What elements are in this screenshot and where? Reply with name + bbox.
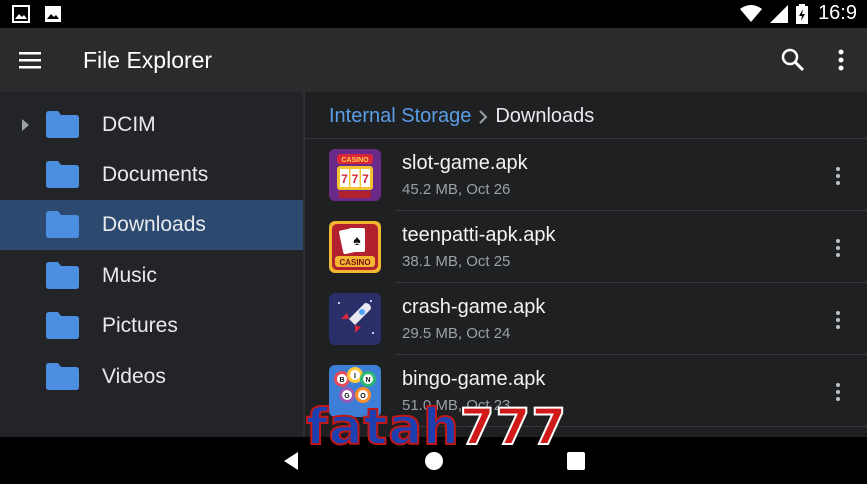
svg-text:7: 7	[352, 172, 359, 186]
image-notification-icon	[12, 5, 30, 23]
photo-notification-icon	[45, 6, 61, 22]
svg-text:I: I	[354, 373, 356, 380]
folder-icon	[46, 312, 79, 339]
watermark-text: fatah777	[305, 397, 568, 457]
sidebar-item-videos[interactable]: Videos	[0, 352, 303, 402]
sidebar-item-label: Documents	[102, 163, 209, 186]
file-row[interactable]: CASINO 7 7 7 slot-game.apk 45.2 MB, Oct …	[305, 139, 867, 211]
svg-text:7: 7	[341, 172, 348, 186]
expand-arrow-icon[interactable]	[20, 117, 30, 133]
file-name: slot-game.apk	[402, 152, 528, 174]
breadcrumb: Internal Storage Downloads	[329, 105, 594, 128]
more-vert-icon[interactable]	[831, 237, 845, 259]
more-vert-icon[interactable]	[831, 381, 845, 403]
status-bar: 16:9	[0, 0, 867, 28]
file-meta: 29.5 MB, Oct 24	[402, 325, 511, 342]
more-vert-icon[interactable]	[831, 165, 845, 187]
folder-icon	[46, 262, 79, 289]
sidebar-item-dcim[interactable]: DCIM	[0, 100, 303, 150]
app-title: File Explorer	[83, 47, 213, 73]
svg-text:B: B	[339, 377, 344, 384]
search-icon[interactable]	[780, 47, 806, 73]
sidebar-item-label: Pictures	[102, 314, 178, 337]
svg-text:♠: ♠	[353, 232, 361, 248]
sidebar-item-label: DCIM	[102, 113, 156, 136]
app-toolbar: File Explorer	[0, 28, 867, 92]
file-name: bingo-game.apk	[402, 368, 546, 390]
slot-machine-casino-icon: CASINO 7 7 7	[329, 149, 381, 201]
file-list-pane: Internal Storage Downloads CASINO 7 7 7 …	[305, 92, 867, 437]
playing-cards-casino-icon: ♠ CASINO	[329, 221, 381, 273]
recents-icon[interactable]	[567, 452, 585, 470]
sidebar-item-documents[interactable]: Documents	[0, 150, 303, 200]
folder-icon	[46, 363, 79, 390]
file-row[interactable]: ♠ CASINO teenpatti-apk.apk 38.1 MB, Oct …	[305, 211, 867, 283]
sidebar-item-music[interactable]: Music	[0, 251, 303, 301]
file-row[interactable]: crash-game.apk 29.5 MB, Oct 24	[305, 283, 867, 355]
sidebar-item-label: Music	[102, 264, 157, 287]
file-name: crash-game.apk	[402, 296, 546, 318]
svg-text:7: 7	[362, 172, 369, 186]
folder-icon	[46, 161, 79, 188]
status-time: 16:9	[818, 2, 857, 24]
breadcrumb-root-link[interactable]: Internal Storage	[329, 105, 471, 128]
file-meta: 38.1 MB, Oct 25	[402, 253, 511, 270]
svg-text:N: N	[365, 377, 370, 384]
battery-charging-icon	[796, 3, 809, 24]
sidebar-item-label: Videos	[102, 365, 166, 388]
folder-icon	[46, 211, 79, 238]
back-icon[interactable]	[281, 451, 301, 471]
breadcrumb-current: Downloads	[495, 105, 595, 127]
signal-icon	[770, 4, 789, 23]
wifi-icon	[740, 4, 763, 22]
folder-icon	[46, 111, 79, 138]
sidebar-item-downloads[interactable]: Downloads	[0, 200, 303, 250]
sidebar-item-pictures[interactable]: Pictures	[0, 301, 303, 351]
sidebar-item-label: Downloads	[102, 213, 206, 236]
rocket-icon	[329, 293, 381, 345]
hamburger-menu-icon[interactable]	[18, 48, 44, 72]
file-name: teenpatti-apk.apk	[402, 224, 556, 246]
casino-sign-text: CASINO	[341, 157, 369, 164]
more-vert-icon[interactable]	[831, 309, 845, 331]
casino-sign-text: CASINO	[339, 258, 370, 267]
file-meta: 45.2 MB, Oct 26	[402, 181, 511, 198]
chevron-right-icon	[479, 109, 488, 124]
more-options-icon[interactable]	[830, 47, 852, 73]
folder-sidebar: DCIM Documents Downloads Music Pictures …	[0, 92, 303, 437]
